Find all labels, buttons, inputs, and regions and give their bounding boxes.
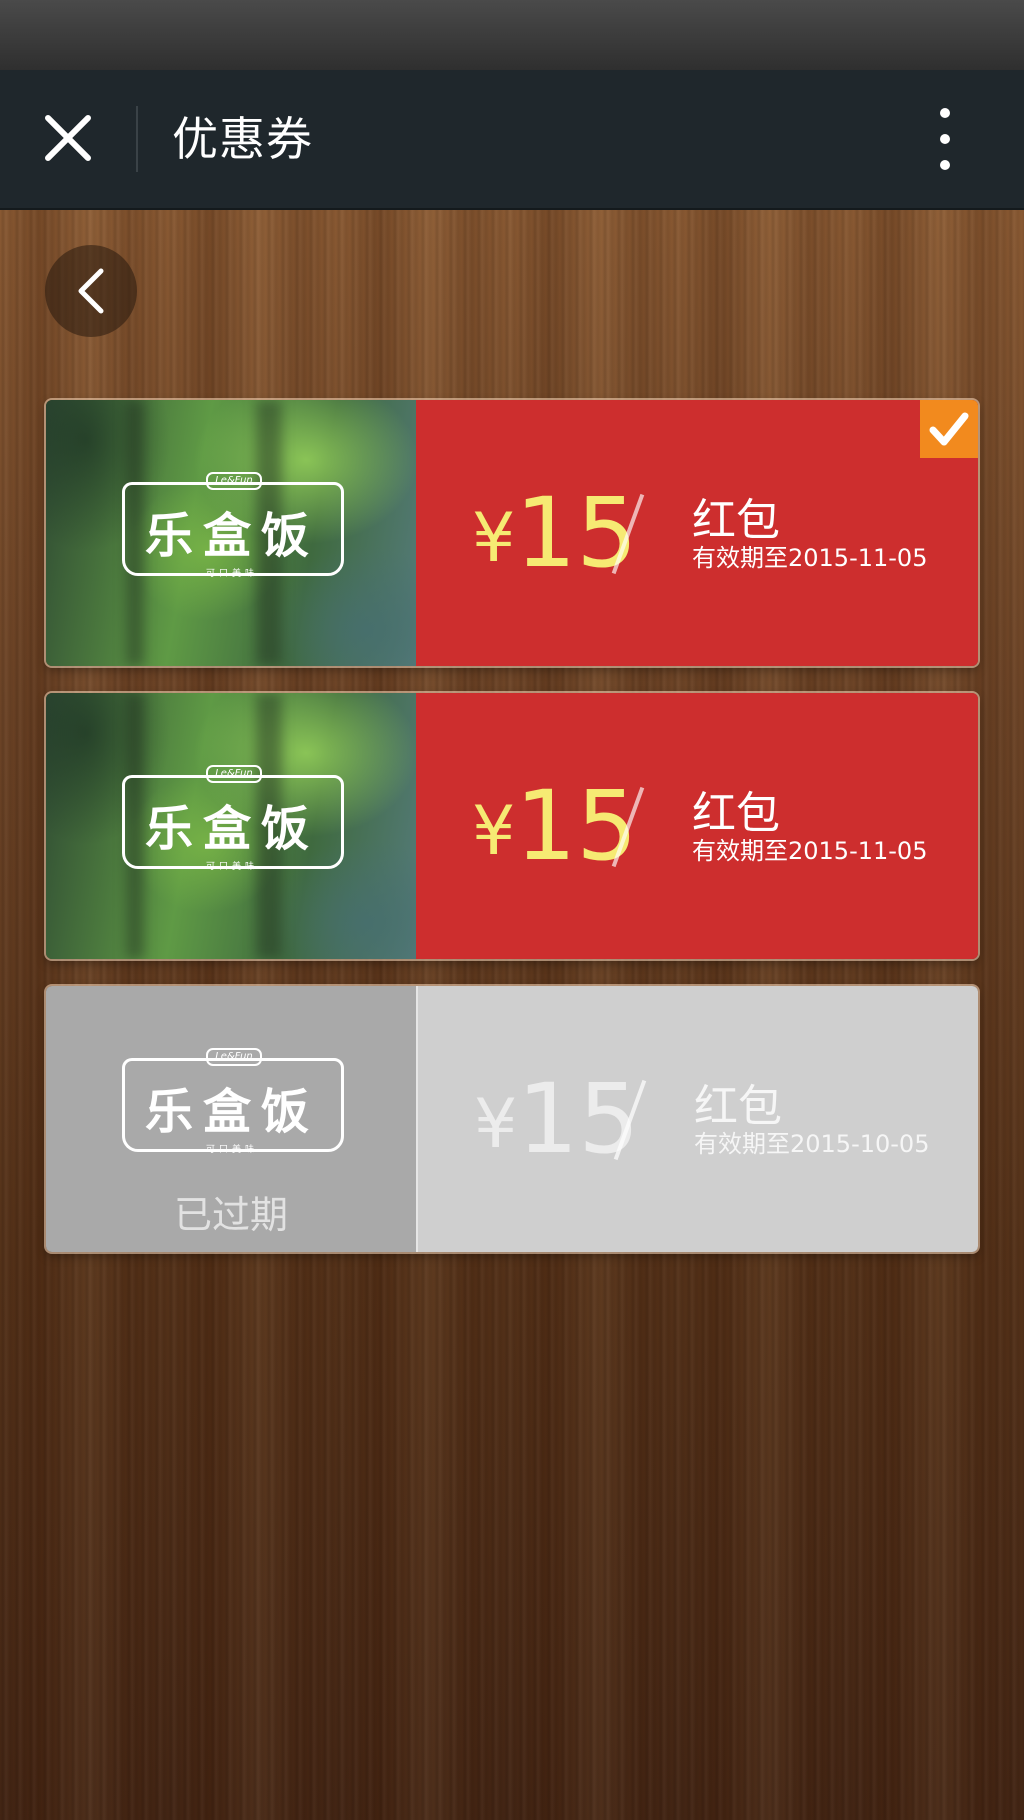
coupon-card[interactable]: Le&Fun 乐盒饭 可口美味 ¥15 红包 有效期至2015-11-05 xyxy=(46,693,978,959)
coupon-image: Le&Fun 乐盒饭 可口美味 xyxy=(46,693,416,959)
more-dot xyxy=(940,108,950,118)
coupon-details: ¥15 红包 有效期至2015-11-05 xyxy=(416,400,978,666)
coupon-validity: 有效期至2015-11-05 xyxy=(692,544,928,572)
coupon-validity: 有效期至2015-11-05 xyxy=(692,837,928,865)
coupon-card-expired: Le&Fun 乐盒饭 可口美味 已过期 ¥15 红包 有效期至2015-10-0… xyxy=(46,986,978,1252)
coupon-card[interactable]: Le&Fun 乐盒饭 可口美味 ¥15 红包 有效期至2015-11-05 xyxy=(46,400,978,666)
coupon-details: ¥15 红包 有效期至2015-11-05 xyxy=(416,693,978,959)
expired-label: 已过期 xyxy=(173,1193,288,1237)
close-icon[interactable] xyxy=(40,110,96,166)
checkmark-icon xyxy=(929,412,969,446)
coupon-validity: 有效期至2015-10-05 xyxy=(694,1130,930,1158)
brand-logo: Le&Fun 乐盒饭 可口美味 xyxy=(122,472,344,586)
back-button[interactable] xyxy=(45,245,137,337)
brand-logo: Le&Fun 乐盒饭 可口美味 xyxy=(122,1048,344,1162)
coupon-image: Le&Fun 乐盒饭 可口美味 xyxy=(46,400,416,666)
selected-badge xyxy=(920,400,978,458)
page-title: 优惠券 xyxy=(172,112,313,166)
more-dot xyxy=(940,134,950,144)
more-dot xyxy=(940,160,950,170)
chevron-left-icon xyxy=(78,268,104,314)
status-bar xyxy=(0,0,1024,72)
coupon-image: Le&Fun 乐盒饭 可口美味 已过期 xyxy=(46,986,416,1252)
more-vertical-icon[interactable] xyxy=(930,108,960,170)
nav-divider xyxy=(136,106,138,172)
coupon-details: ¥15 红包 有效期至2015-10-05 xyxy=(416,986,978,1252)
nav-bar: 优惠券 xyxy=(0,70,1024,210)
brand-logo: Le&Fun 乐盒饭 可口美味 xyxy=(122,765,344,879)
